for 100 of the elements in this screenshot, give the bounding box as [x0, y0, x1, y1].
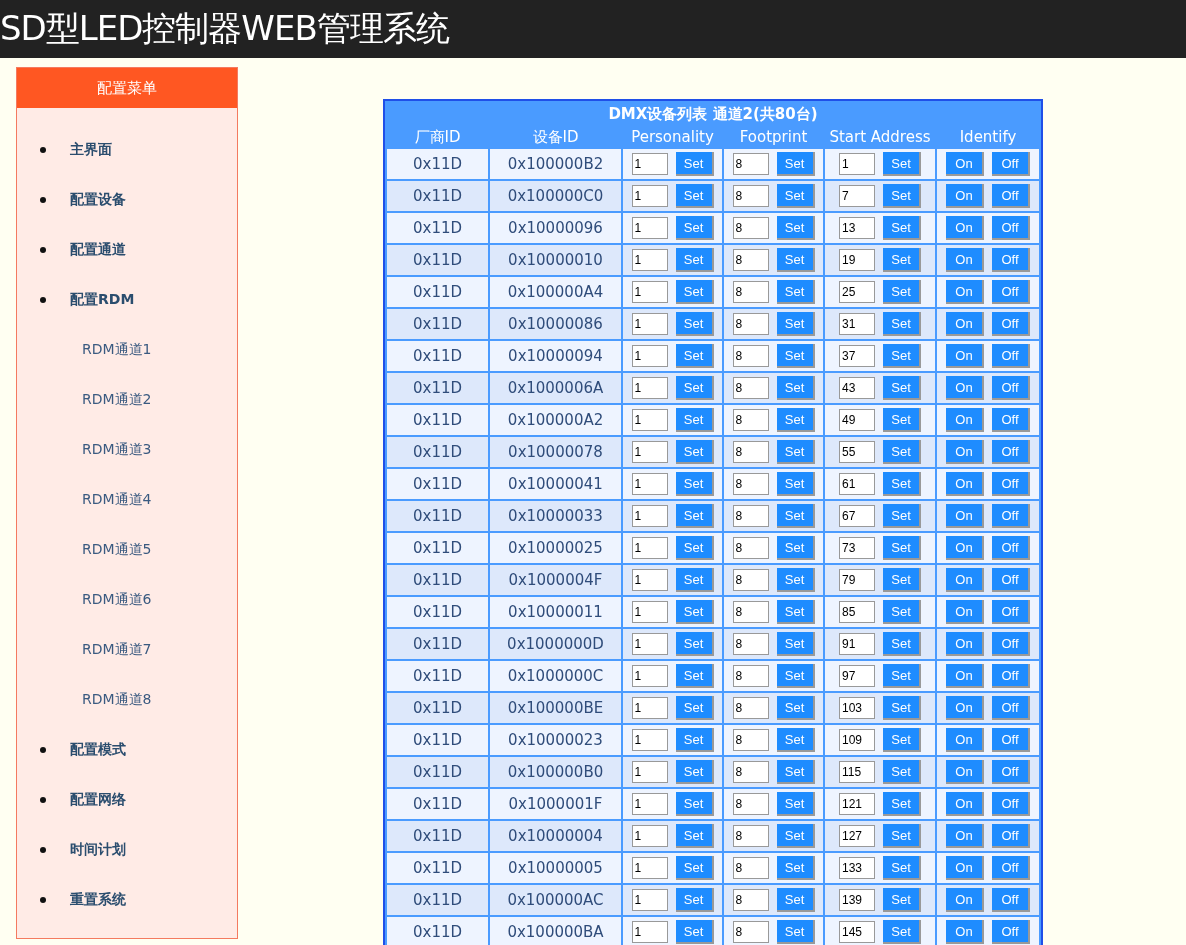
set-button[interactable]: Set: [776, 888, 815, 912]
identify-off-button[interactable]: Off: [992, 664, 1030, 688]
identify-on-button[interactable]: On: [946, 664, 984, 688]
identify-on-button[interactable]: On: [946, 152, 984, 176]
menu-item[interactable]: 配置通道: [46, 225, 126, 275]
set-button[interactable]: Set: [883, 280, 921, 304]
set-button[interactable]: Set: [883, 824, 921, 848]
start-address-input[interactable]: 103: [839, 697, 875, 719]
set-button[interactable]: Set: [883, 216, 921, 240]
set-button[interactable]: Set: [776, 216, 815, 240]
set-button[interactable]: Set: [675, 248, 714, 272]
footprint-input[interactable]: 8: [732, 505, 769, 527]
set-button[interactable]: Set: [883, 664, 921, 688]
submenu-item[interactable]: RDM通道2: [17, 375, 237, 425]
identify-off-button[interactable]: Off: [992, 408, 1030, 432]
set-button[interactable]: Set: [883, 440, 921, 464]
set-button[interactable]: Set: [776, 920, 815, 944]
start-address-input[interactable]: 37: [839, 345, 875, 367]
footprint-input[interactable]: 8: [732, 441, 769, 463]
set-button[interactable]: Set: [776, 440, 815, 464]
set-button[interactable]: Set: [883, 696, 921, 720]
personality-input[interactable]: 1: [631, 505, 668, 527]
set-button[interactable]: Set: [883, 568, 921, 592]
menu-item[interactable]: 配置网络: [46, 775, 126, 825]
submenu-item[interactable]: RDM通道4: [17, 475, 237, 525]
set-button[interactable]: Set: [675, 792, 714, 816]
identify-on-button[interactable]: On: [946, 760, 984, 784]
start-address-input[interactable]: 25: [839, 281, 875, 303]
personality-input[interactable]: 1: [631, 441, 668, 463]
footprint-input[interactable]: 8: [732, 793, 769, 815]
set-button[interactable]: Set: [675, 696, 714, 720]
set-button[interactable]: Set: [776, 856, 815, 880]
personality-input[interactable]: 1: [631, 537, 668, 559]
submenu-item[interactable]: RDM通道1: [17, 325, 237, 375]
start-address-input[interactable]: 127: [839, 825, 875, 847]
set-button[interactable]: Set: [776, 792, 815, 816]
set-button[interactable]: Set: [776, 344, 815, 368]
set-button[interactable]: Set: [776, 152, 815, 176]
set-button[interactable]: Set: [776, 536, 815, 560]
start-address-input[interactable]: 115: [839, 761, 875, 783]
set-button[interactable]: Set: [776, 824, 815, 848]
personality-input[interactable]: 1: [631, 153, 668, 175]
set-button[interactable]: Set: [675, 344, 714, 368]
start-address-input[interactable]: 31: [839, 313, 875, 335]
set-button[interactable]: Set: [776, 728, 815, 752]
set-button[interactable]: Set: [776, 376, 815, 400]
identify-off-button[interactable]: Off: [992, 632, 1030, 656]
set-button[interactable]: Set: [776, 568, 815, 592]
set-button[interactable]: Set: [776, 184, 815, 208]
identify-on-button[interactable]: On: [946, 568, 984, 592]
set-button[interactable]: Set: [675, 536, 714, 560]
footprint-input[interactable]: 8: [732, 537, 769, 559]
identify-off-button[interactable]: Off: [992, 248, 1030, 272]
identify-on-button[interactable]: On: [946, 376, 984, 400]
identify-on-button[interactable]: On: [946, 792, 984, 816]
identify-off-button[interactable]: Off: [992, 696, 1030, 720]
menu-item[interactable]: 配置RDM: [46, 275, 135, 325]
identify-on-button[interactable]: On: [946, 728, 984, 752]
personality-input[interactable]: 1: [631, 313, 668, 335]
set-button[interactable]: Set: [776, 760, 815, 784]
start-address-input[interactable]: 133: [839, 857, 875, 879]
personality-input[interactable]: 1: [631, 793, 668, 815]
footprint-input[interactable]: 8: [732, 889, 769, 911]
menu-item[interactable]: 主界面: [46, 125, 112, 175]
footprint-input[interactable]: 8: [732, 857, 769, 879]
set-button[interactable]: Set: [675, 280, 714, 304]
menu-item[interactable]: 配置模式: [46, 725, 126, 775]
identify-on-button[interactable]: On: [946, 408, 984, 432]
identify-on-button[interactable]: On: [946, 600, 984, 624]
footprint-input[interactable]: 8: [732, 217, 769, 239]
footprint-input[interactable]: 8: [732, 665, 769, 687]
set-button[interactable]: Set: [883, 504, 921, 528]
identify-off-button[interactable]: Off: [992, 792, 1030, 816]
footprint-input[interactable]: 8: [732, 697, 769, 719]
footprint-input[interactable]: 8: [732, 345, 769, 367]
start-address-input[interactable]: 55: [839, 441, 875, 463]
footprint-input[interactable]: 8: [732, 729, 769, 751]
set-button[interactable]: Set: [883, 792, 921, 816]
set-button[interactable]: Set: [883, 312, 921, 336]
footprint-input[interactable]: 8: [732, 825, 769, 847]
set-button[interactable]: Set: [883, 728, 921, 752]
personality-input[interactable]: 1: [631, 857, 668, 879]
start-address-input[interactable]: 67: [839, 505, 875, 527]
start-address-input[interactable]: 91: [839, 633, 875, 655]
menu-item[interactable]: 时间计划: [46, 825, 126, 875]
identify-on-button[interactable]: On: [946, 696, 984, 720]
set-button[interactable]: Set: [883, 760, 921, 784]
start-address-input[interactable]: 61: [839, 473, 875, 495]
identify-off-button[interactable]: Off: [992, 760, 1030, 784]
footprint-input[interactable]: 8: [732, 313, 769, 335]
personality-input[interactable]: 1: [631, 249, 668, 271]
set-button[interactable]: Set: [883, 248, 921, 272]
submenu-item[interactable]: RDM通道3: [17, 425, 237, 475]
set-button[interactable]: Set: [776, 248, 815, 272]
personality-input[interactable]: 1: [631, 281, 668, 303]
identify-off-button[interactable]: Off: [992, 568, 1030, 592]
personality-input[interactable]: 1: [631, 569, 668, 591]
identify-on-button[interactable]: On: [946, 536, 984, 560]
personality-input[interactable]: 1: [631, 825, 668, 847]
identify-on-button[interactable]: On: [946, 312, 984, 336]
